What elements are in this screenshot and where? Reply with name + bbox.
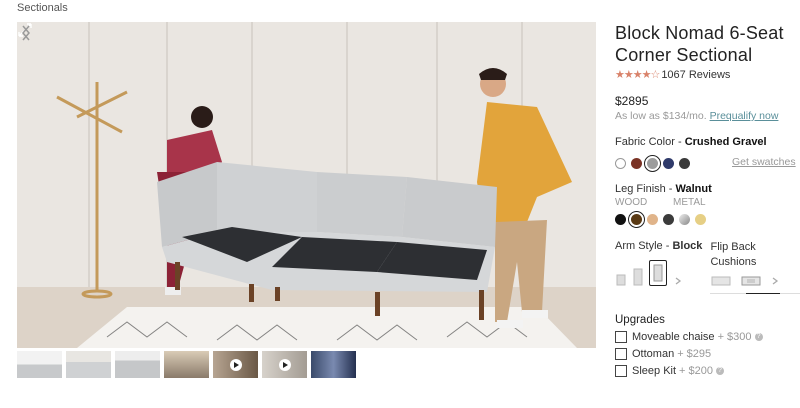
play-icon <box>229 358 242 371</box>
fabric-swatch-charcoal[interactable] <box>679 157 690 169</box>
wood-group-label: WOOD <box>615 197 648 208</box>
arm-tall-icon <box>633 268 643 286</box>
fabric-value: Crushed Gravel <box>684 136 767 148</box>
leg-value: Walnut <box>675 183 712 195</box>
leg-swatch-chrome[interactable] <box>679 213 690 225</box>
checkbox[interactable] <box>615 365 627 377</box>
upgrade-sleep-kit[interactable]: Sleep Kit + $200 ? <box>615 365 800 377</box>
upgrade-name: Moveable chaise <box>632 331 715 343</box>
leg-swatch-natural[interactable] <box>647 213 658 225</box>
fabric-label-text: Fabric Color - <box>615 136 685 148</box>
play-icon <box>278 358 291 371</box>
leg-swatch-walnut[interactable] <box>628 210 645 228</box>
arm-slope-icon <box>616 274 626 286</box>
upgrade-name: Ottoman <box>632 348 675 360</box>
flip-back-group: Flip Back Cushions <box>710 240 800 294</box>
leg-finish-groups: WOOD METAL <box>615 197 800 208</box>
chevron-right-icon[interactable] <box>17 22 35 44</box>
fabric-swatch-white[interactable] <box>615 157 626 169</box>
upgrade-price: + $295 <box>677 348 712 360</box>
arm-style-options <box>615 256 710 286</box>
leg-label-text: Leg Finish - <box>615 183 676 195</box>
arm-style-label: Arm Style - Block <box>615 240 710 252</box>
upgrade-price: + $200 <box>679 365 713 377</box>
flip-option-1[interactable] <box>710 275 732 287</box>
fabric-swatch-crushed-gravel[interactable] <box>644 154 661 172</box>
rating-row[interactable]: ★★★★☆ 1067 Reviews <box>615 68 800 82</box>
selected-underline <box>746 292 781 294</box>
cushion-icon <box>711 276 731 286</box>
upgrade-price: + $300 <box>717 331 752 343</box>
thumbnail-strip <box>17 351 356 378</box>
upgrade-ottoman[interactable]: Ottoman + $295 <box>615 348 800 360</box>
fabric-swatch-rust[interactable] <box>631 157 642 169</box>
chevron-right-icon <box>773 277 779 285</box>
flip-option-next[interactable] <box>770 276 780 286</box>
upgrade-moveable-chaise[interactable]: Moveable chaise + $300 ? <box>615 331 800 343</box>
arm-label-text: Arm Style - <box>615 240 673 252</box>
product-options-panel: Block Nomad 6-Seat Corner Sectional ★★★★… <box>615 22 800 377</box>
review-count[interactable]: 1067 Reviews <box>661 69 730 81</box>
hero-scene <box>17 22 596 348</box>
chevron-right-icon <box>675 277 682 285</box>
metal-group-label: METAL <box>673 197 706 208</box>
prequalify-link[interactable]: Prequalify now <box>710 110 779 122</box>
flip-back-options <box>710 275 800 294</box>
flip-back-label: Flip Back Cushions <box>710 241 757 268</box>
leg-swatches <box>615 210 800 228</box>
flip-option-2[interactable] <box>740 275 762 287</box>
upgrades-title: Upgrades <box>615 314 665 326</box>
thumbnail-3[interactable] <box>115 351 160 378</box>
thumbnail-2[interactable] <box>66 351 111 378</box>
fabric-swatch-navy[interactable] <box>663 157 674 169</box>
star-rating: ★★★★☆ <box>615 69 660 81</box>
breadcrumb[interactable]: Sectionals <box>17 2 68 14</box>
thumbnail-7[interactable] <box>311 351 356 378</box>
arm-flip-row: Arm Style - Block Flip Back Cushions <box>615 240 800 294</box>
arm-value: Block <box>672 240 703 252</box>
product-price: $2895 <box>615 94 649 108</box>
financing-row: As low as $134/mo. Prequalify now <box>615 110 800 122</box>
leg-finish-label: Leg Finish - Walnut <box>615 183 800 195</box>
thumbnail-video-2[interactable] <box>262 351 307 378</box>
thumbnail-4[interactable] <box>164 351 209 378</box>
checkbox[interactable] <box>615 348 627 360</box>
leg-swatch-brass[interactable] <box>695 213 706 225</box>
info-icon[interactable]: ? <box>754 333 763 341</box>
cushion-flip-icon <box>741 276 761 286</box>
info-icon[interactable]: ? <box>715 367 724 375</box>
leg-swatch-black-metal[interactable] <box>663 213 674 225</box>
arm-option-next[interactable] <box>673 276 683 286</box>
fabric-color-label: Fabric Color - Crushed Gravel <box>615 136 800 148</box>
arm-option-slope[interactable] <box>615 272 627 286</box>
checkbox[interactable] <box>615 331 627 343</box>
leg-swatch-black[interactable] <box>615 213 626 225</box>
product-hero-image <box>17 22 596 348</box>
product-title: Block Nomad 6-Seat Corner Sectional <box>615 23 784 65</box>
arm-option-tall[interactable] <box>633 268 643 286</box>
financing-text: As low as $134/mo. <box>615 110 707 122</box>
arm-block-icon <box>653 264 663 282</box>
upgrade-name: Sleep Kit <box>632 365 677 377</box>
thumbnail-video-1[interactable] <box>213 351 258 378</box>
get-swatches-link[interactable]: Get swatches <box>732 156 796 168</box>
fabric-swatches: Get swatches <box>615 154 800 172</box>
arm-option-block[interactable] <box>649 260 667 286</box>
thumbnail-1[interactable] <box>17 351 62 378</box>
arm-style-group: Arm Style - Block <box>615 240 710 294</box>
